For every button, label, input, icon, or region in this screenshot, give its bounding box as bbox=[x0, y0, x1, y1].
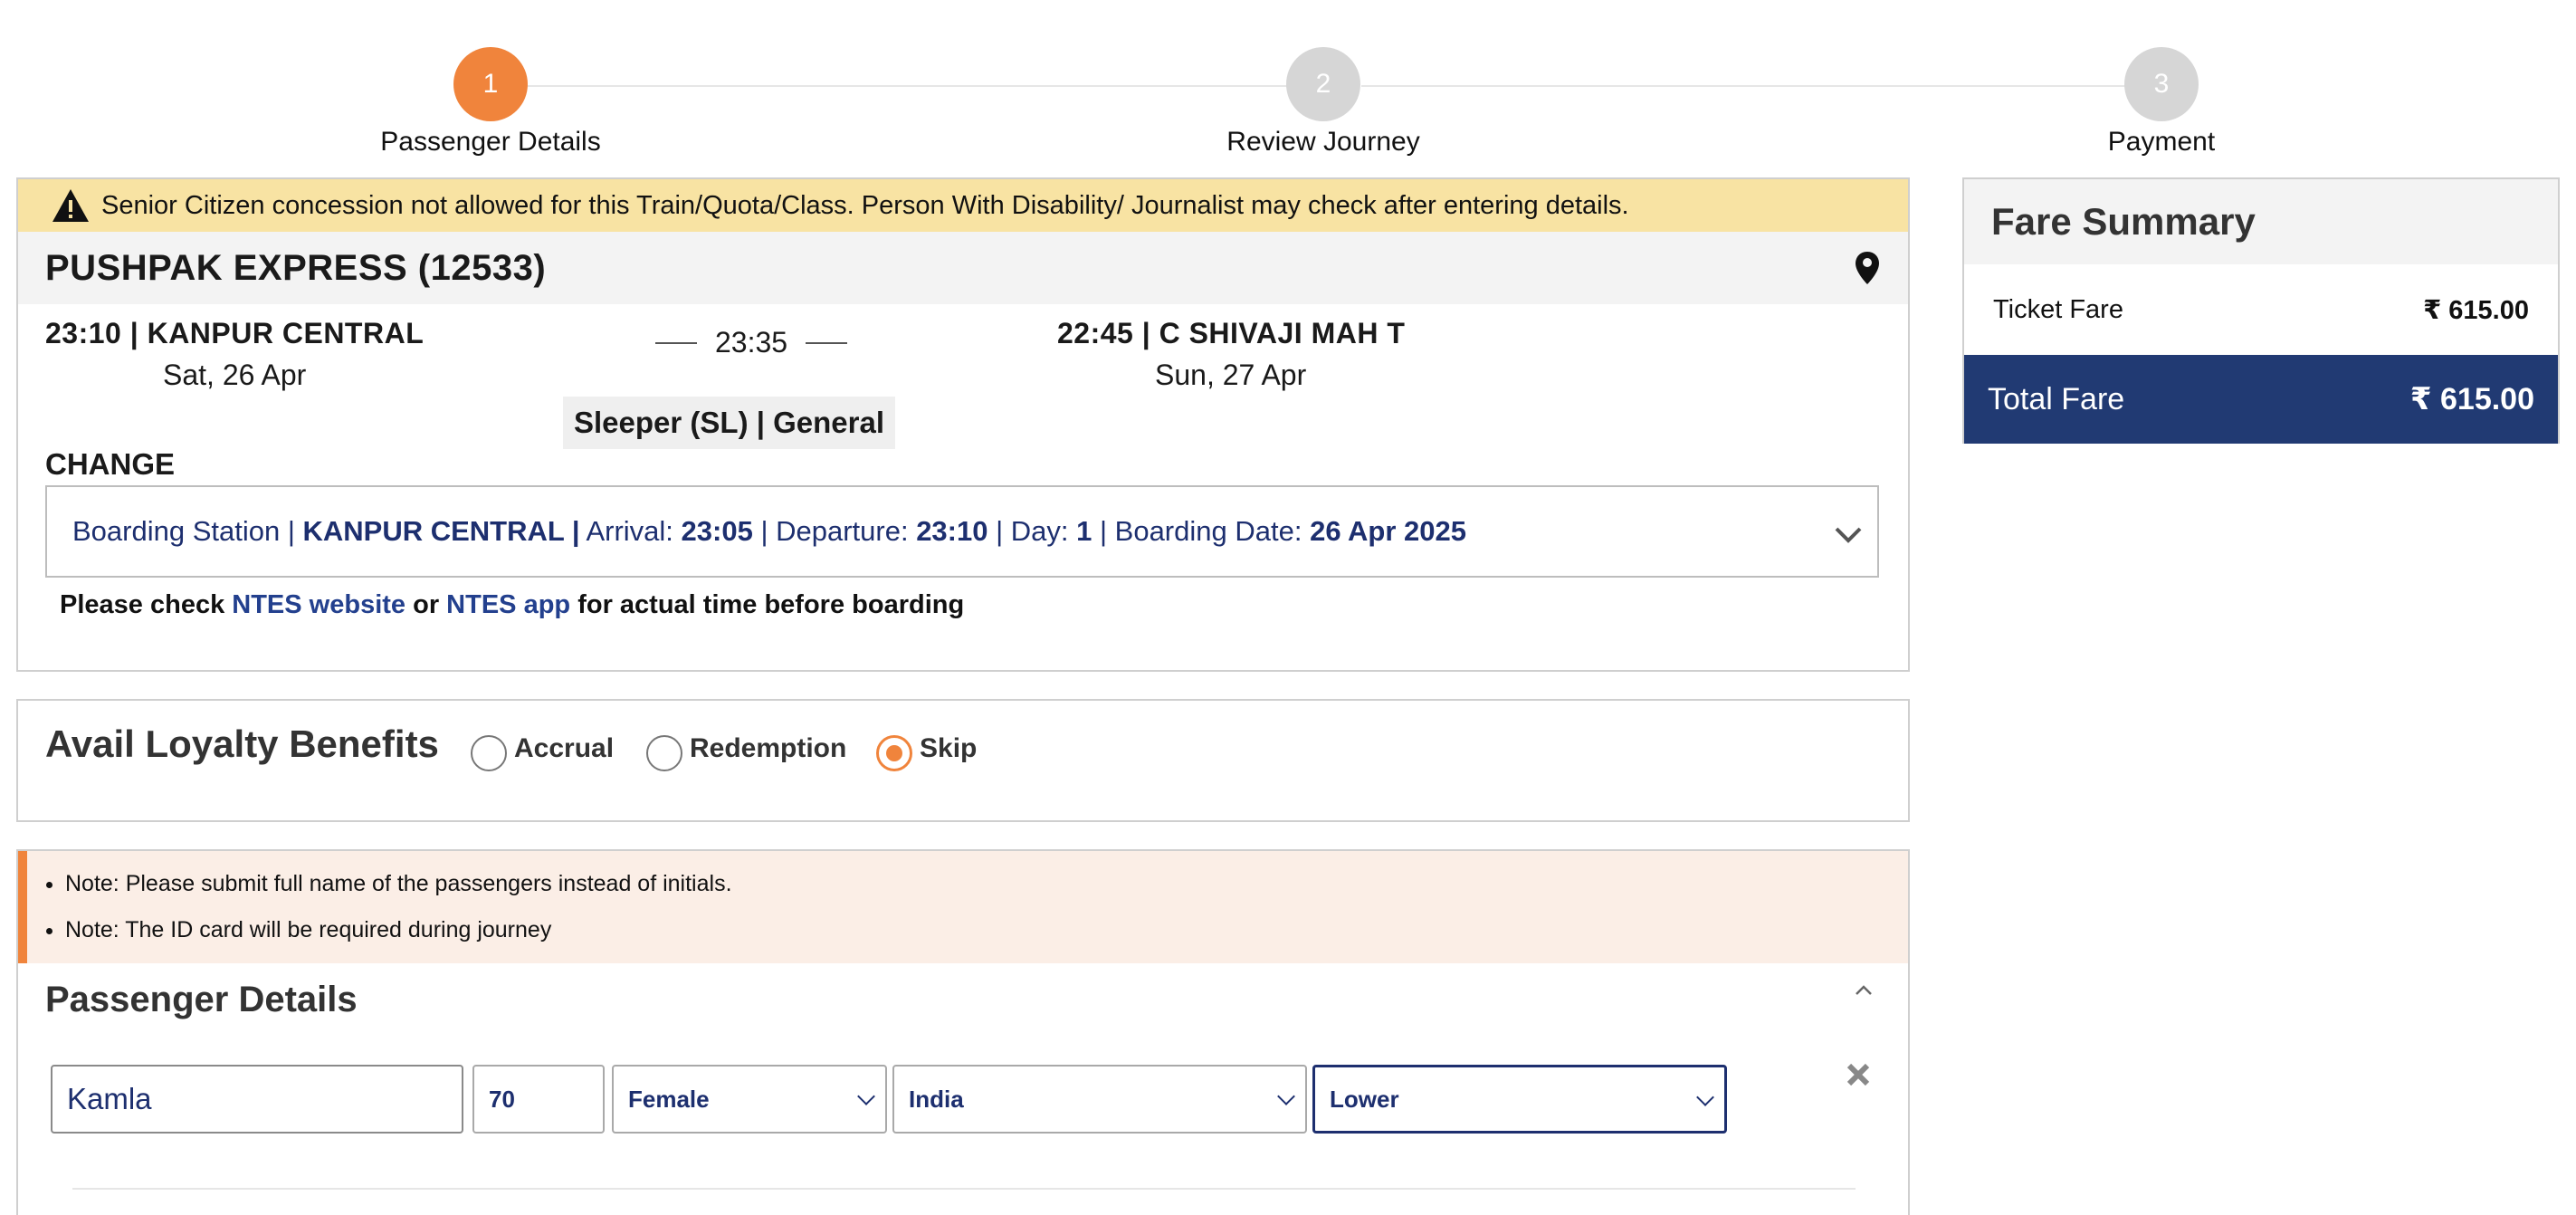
map-pin-icon[interactable] bbox=[1854, 250, 1881, 286]
departure-label: | Departure: bbox=[752, 515, 917, 547]
change-label: CHANGE bbox=[45, 447, 176, 481]
journey-info: 23:10 | KANPUR CENTRAL Sat, 26 Apr 23:35… bbox=[18, 304, 1908, 467]
step-number-circle: 1 bbox=[453, 47, 528, 121]
radio-label: Redemption bbox=[690, 733, 847, 763]
day-value: 1 bbox=[1076, 515, 1092, 547]
radio-button-selected[interactable] bbox=[876, 735, 912, 771]
class-quota-badge: Sleeper (SL) | General bbox=[563, 397, 896, 449]
boarding-station-value: KANPUR CENTRAL | bbox=[302, 515, 580, 547]
ntes-check-note: Please check NTES website or NTES app fo… bbox=[60, 590, 964, 620]
step-number-circle: 3 bbox=[2124, 47, 2199, 121]
departure-value: 23:10 bbox=[916, 515, 988, 547]
ticket-fare-label: Ticket Fare bbox=[1993, 294, 2123, 324]
arrival-time-station: 22:45 | C SHIVAJI MAH T bbox=[1057, 317, 1406, 349]
chevron-down-icon bbox=[1834, 520, 1863, 543]
boarding-date-label: | Boarding Date: bbox=[1092, 515, 1311, 547]
warning-icon bbox=[51, 187, 91, 224]
note-prefix: Please check bbox=[60, 590, 233, 619]
note-middle: or bbox=[405, 590, 447, 619]
total-fare-label: Total Fare bbox=[1988, 381, 2125, 416]
boarding-station-label: Boarding Station | bbox=[72, 515, 303, 547]
loyalty-title: Avail Loyalty Benefits bbox=[45, 722, 439, 765]
remove-passenger-icon[interactable] bbox=[1843, 1059, 1874, 1090]
train-details-card: Senior Citizen concession not allowed fo… bbox=[16, 177, 1910, 672]
note-item: Note: Please submit full name of the pas… bbox=[65, 871, 1908, 897]
fare-summary-card: Fare Summary Ticket Fare ₹ 615.00 Total … bbox=[1962, 177, 2560, 444]
radio-accrual[interactable]: Accrual bbox=[471, 726, 614, 771]
progress-stepper: 1 Passenger Details 2 Review Journey 3 P… bbox=[0, 0, 2576, 172]
duration-dash bbox=[806, 341, 848, 344]
radio-redemption[interactable]: Redemption bbox=[646, 726, 846, 771]
fare-summary-title: Fare Summary bbox=[1964, 179, 2558, 264]
step-payment: 3 Payment bbox=[1971, 47, 2352, 158]
boarding-station-select[interactable]: Boarding Station | KANPUR CENTRAL | Arri… bbox=[45, 485, 1879, 578]
ticket-fare-value: ₹ 615.00 bbox=[2423, 295, 2529, 325]
radio-button[interactable] bbox=[646, 735, 682, 771]
step-label: Passenger Details bbox=[380, 127, 601, 157]
radio-label: Skip bbox=[920, 733, 978, 763]
duration-dash bbox=[655, 341, 697, 344]
arrival-label: Arrival: bbox=[579, 515, 682, 547]
train-name: PUSHPAK EXPRESS (12533) bbox=[45, 247, 547, 288]
step-review-journey: 2 Review Journey bbox=[1133, 47, 1513, 158]
journey-duration: 23:35 bbox=[637, 326, 865, 359]
gender-select[interactable]: Female bbox=[612, 1065, 887, 1134]
row-divider bbox=[72, 1188, 1856, 1190]
step-label: Payment bbox=[2107, 127, 2216, 157]
loyalty-benefits-card: Avail Loyalty Benefits Accrual Redemptio… bbox=[16, 699, 1910, 822]
radio-button[interactable] bbox=[471, 735, 507, 771]
duration-text: 23:35 bbox=[715, 326, 788, 359]
note-item: Note: The ID card will be required durin… bbox=[65, 917, 1908, 943]
step-number-circle: 2 bbox=[1286, 47, 1360, 121]
chevron-up-icon[interactable] bbox=[1854, 983, 1874, 998]
departure-time-station: 23:10 | KANPUR CENTRAL bbox=[45, 317, 425, 349]
passenger-details-title: Passenger Details bbox=[45, 980, 358, 1019]
radio-skip[interactable]: Skip bbox=[876, 726, 977, 771]
note-suffix: for actual time before boarding bbox=[570, 590, 965, 619]
concession-warning-banner: Senior Citizen concession not allowed fo… bbox=[18, 179, 1908, 232]
step-passenger-details: 1 Passenger Details bbox=[301, 47, 681, 158]
nationality-select[interactable]: India bbox=[892, 1065, 1307, 1134]
ntes-app-link[interactable]: NTES app bbox=[446, 590, 570, 619]
ticket-fare-row: Ticket Fare ₹ 615.00 bbox=[1964, 264, 2558, 355]
warning-text: Senior Citizen concession not allowed fo… bbox=[101, 190, 1629, 220]
departure-date: Sat, 26 Apr bbox=[163, 359, 307, 391]
train-header: PUSHPAK EXPRESS (12533) bbox=[18, 232, 1908, 304]
passenger-details-card: Note: Please submit full name of the pas… bbox=[16, 849, 1910, 1215]
day-label: | Day: bbox=[987, 515, 1077, 547]
passenger-notes: Note: Please submit full name of the pas… bbox=[18, 851, 1908, 963]
berth-preference-select[interactable]: Lower bbox=[1312, 1065, 1727, 1134]
arrival-value: 23:05 bbox=[681, 515, 753, 547]
passenger-age-input[interactable]: 70 bbox=[472, 1065, 605, 1134]
radio-label: Accrual bbox=[514, 733, 615, 763]
arrival-date: Sun, 27 Apr bbox=[1155, 359, 1307, 391]
ntes-website-link[interactable]: NTES website bbox=[232, 590, 405, 619]
step-label: Review Journey bbox=[1226, 127, 1420, 157]
passenger-name-input[interactable]: Kamla bbox=[51, 1065, 463, 1134]
boarding-date-value: 26 Apr 2025 bbox=[1310, 515, 1466, 547]
total-fare-row: Total Fare ₹ 615.00 bbox=[1964, 355, 2558, 444]
total-fare-value: ₹ 615.00 bbox=[2409, 382, 2534, 416]
